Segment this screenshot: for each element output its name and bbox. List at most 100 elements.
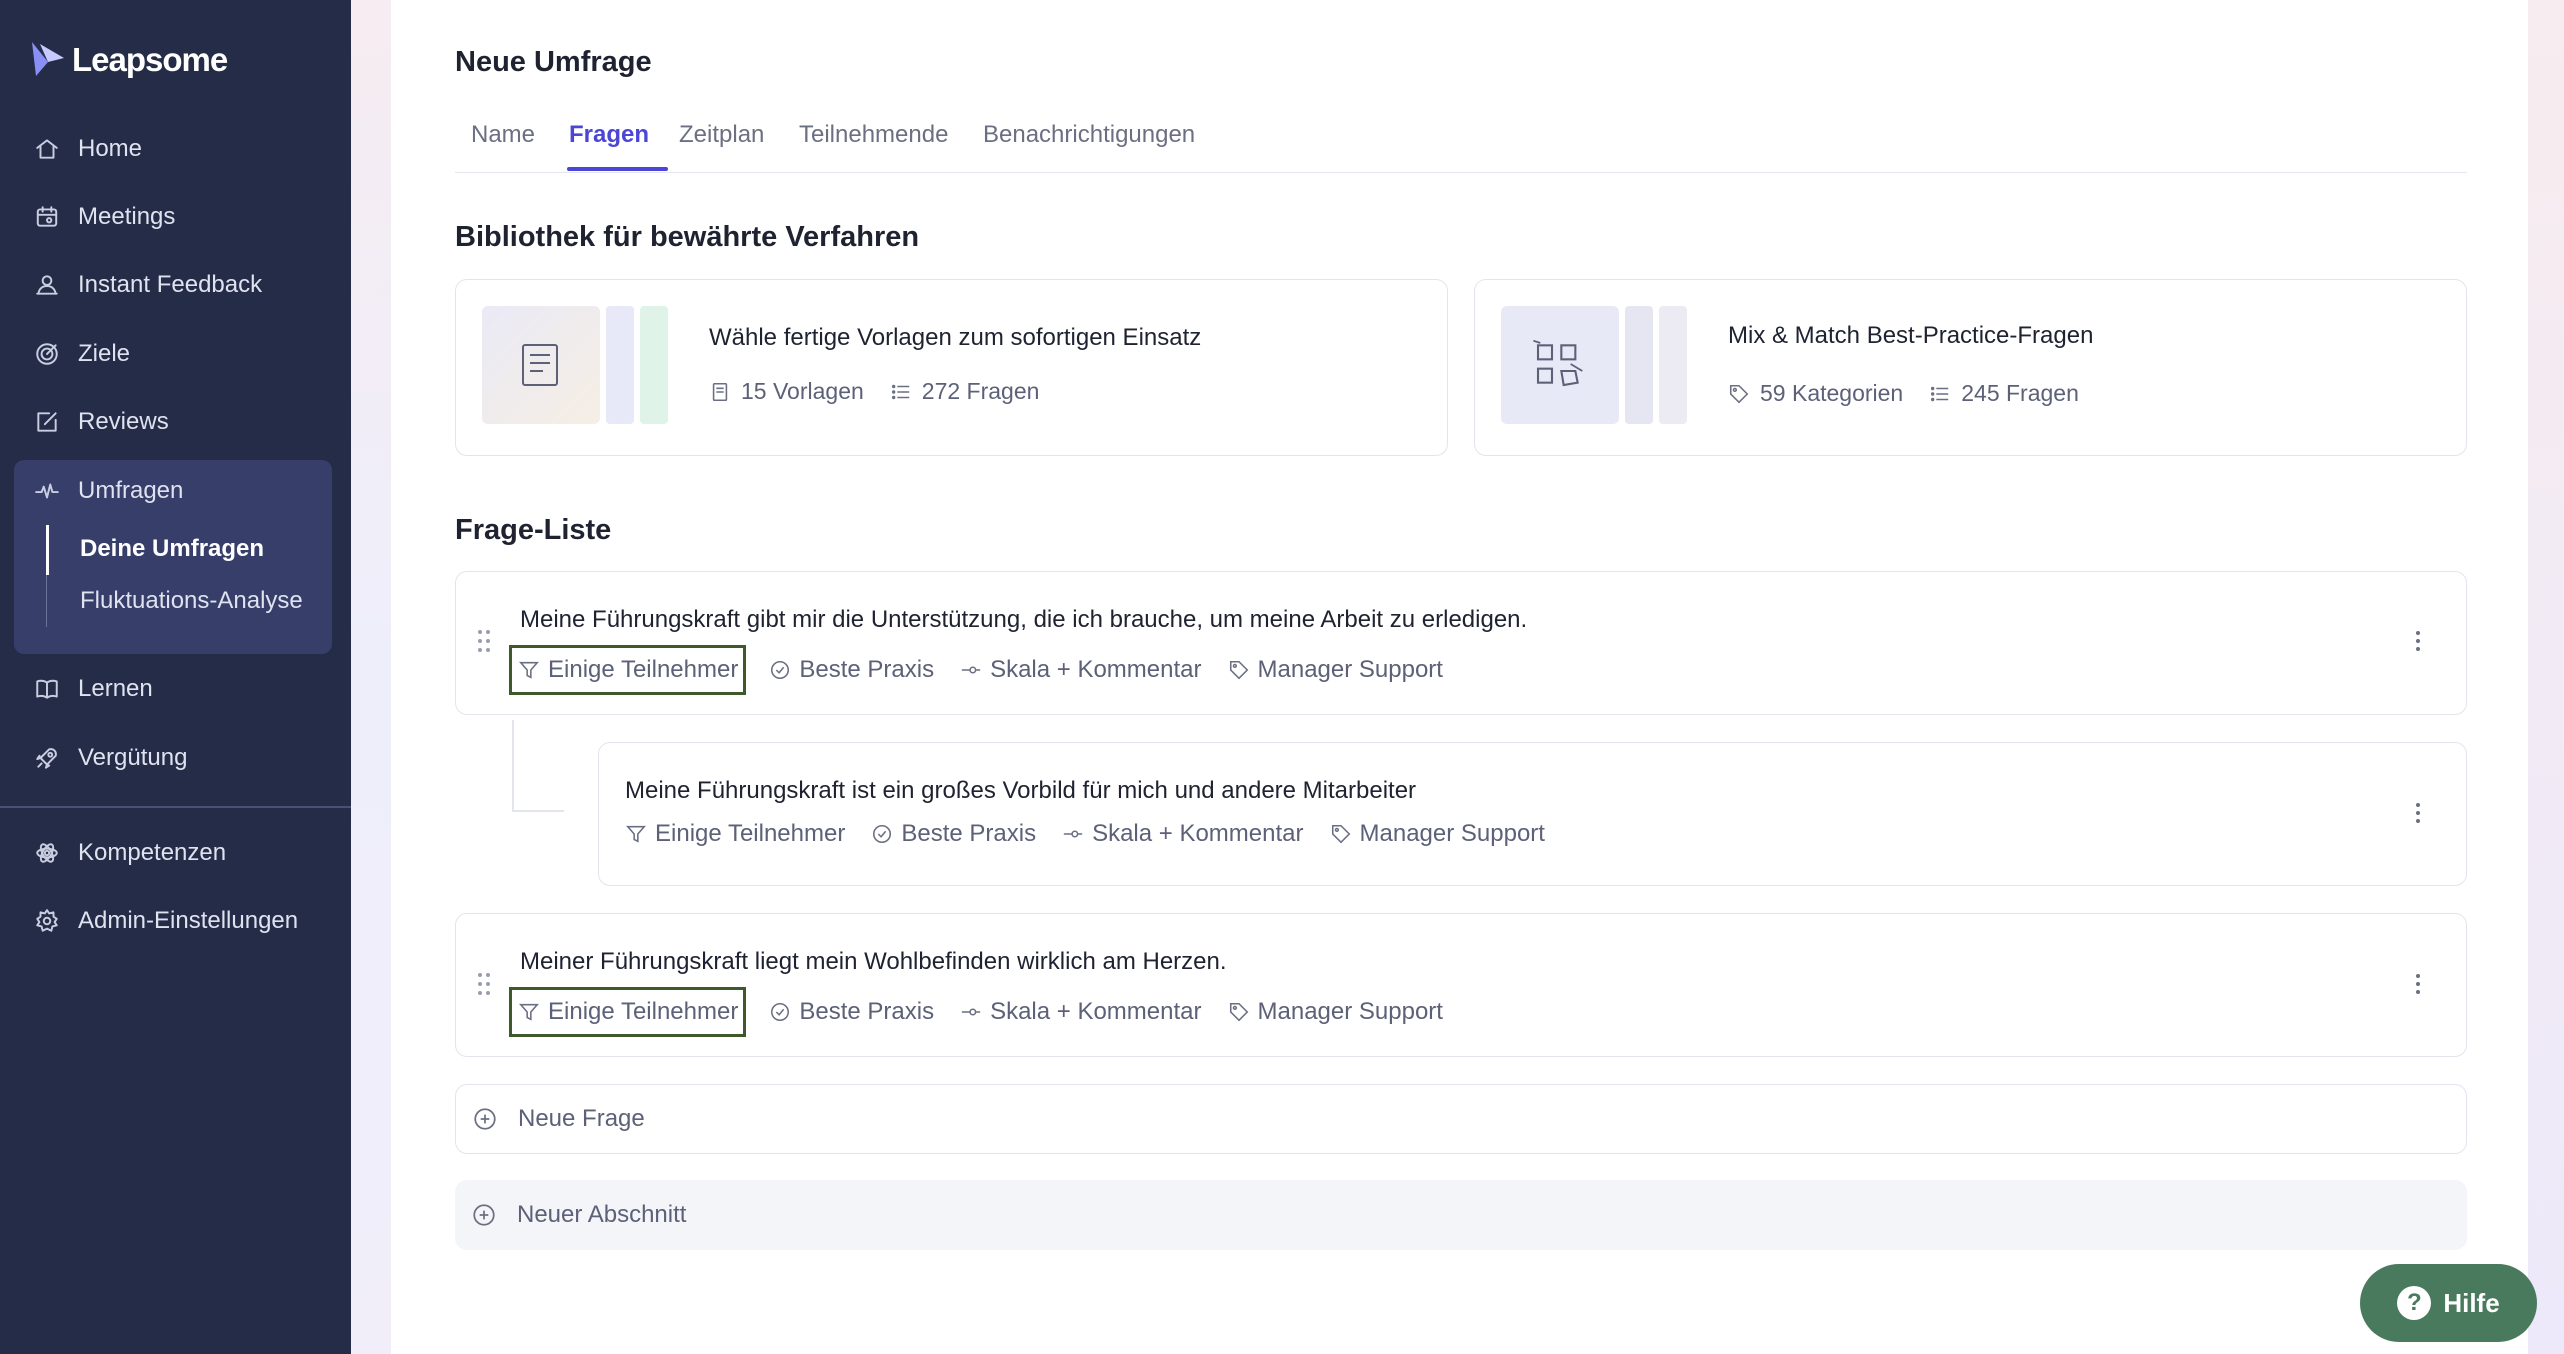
library-card-templates[interactable]: Wähle fertige Vorlagen zum sofortigen Ei… [455,279,1448,456]
participants-filter[interactable]: Einige Teilnehmer [508,987,747,1037]
sidebar-item-reviews[interactable]: Reviews [0,392,351,452]
tab-zeitplan[interactable]: Zeitplan [679,121,764,149]
more-options-icon[interactable] [2413,631,2423,657]
sidebar-item-label: Umfragen [78,477,184,504]
filter-icon [626,825,646,843]
question-meta: Einige Teilnehmer Beste Praxis Skala + K… [508,987,1469,1037]
sidebar-item-ziele[interactable]: Ziele [0,324,351,384]
document-icon [712,382,728,401]
sidebar-item-admin-einstellungen[interactable]: Admin-Einstellungen [0,891,351,951]
library-card-meta: 15 Vorlagen 272 Fragen [709,378,1065,405]
thumbnail-stack [640,306,668,424]
gear-icon [34,908,60,934]
templates-count: 15 Vorlagen [709,378,864,405]
questions-count: 245 Fragen [1929,380,2079,407]
library-card-title: Wähle fertige Vorlagen zum sofortigen Ei… [709,324,1202,351]
participants-filter[interactable]: Einige Teilnehmer [508,645,747,695]
sidebar-subitem-deine-umfragen[interactable]: Deine Umfragen [80,535,264,563]
sidebar-item-umfragen[interactable]: Umfragen [0,461,351,521]
list-icon [1931,386,1949,401]
templates-thumbnail [482,306,600,424]
follow-up-connector [512,720,564,812]
sub-item-indicator [46,575,47,627]
question-meta: Einige Teilnehmer Beste Praxis Skala + K… [508,645,1469,695]
drag-handle-icon[interactable] [478,630,492,654]
brand-logo[interactable]: Leapsome [30,40,228,80]
thumbnail-stack [606,306,634,424]
help-button[interactable]: ? Hilfe [2360,1264,2537,1342]
tab-name[interactable]: Name [471,121,535,149]
tag-icon [1229,1002,1248,1022]
tag-icon [1229,660,1248,680]
pulse-icon [34,478,60,504]
question-text: Meiner Führungskraft liegt mein Wohlbefi… [520,948,1227,975]
sidebar-item-label: Meetings [78,203,176,230]
best-practice-badge: Beste Praxis [871,820,1036,848]
question-tag: Manager Support [1330,820,1545,848]
main-edge-gradient-right [2528,0,2564,1354]
sidebar-item-kompetenzen[interactable]: Kompetenzen [0,823,351,883]
page-title: Neue Umfrage [455,46,652,78]
sidebar-item-label: Ziele [78,340,131,367]
library-card-meta: 59 Kategorien 245 Fragen [1728,380,2105,407]
question-tag: Manager Support [1228,656,1443,684]
thumbnail-stack [1659,306,1687,424]
library-card-title: Mix & Match Best-Practice-Fragen [1728,322,2094,349]
edit-icon [34,409,60,435]
active-tab-underline [567,167,668,171]
sidebar-item-label: Instant Feedback [78,271,263,298]
sidebar-item-label: Reviews [78,408,169,435]
sidebar-item-lernen[interactable]: Lernen [0,659,351,719]
leapsome-logo-icon [32,42,64,76]
sidebar-item-home[interactable]: Home [0,119,351,179]
best-practice-badge: Beste Praxis [769,656,934,684]
brand-name: Leapsome [72,41,228,78]
add-section-button[interactable]: Neuer Abschnitt [455,1180,2467,1250]
sidebar-subitem-fluktuations-analyse[interactable]: Fluktuations-Analyse [80,587,303,615]
sidebar: Leapsome Home Meetings Instant Feedback … [0,0,351,1354]
question-mark-icon: ? [2397,1286,2432,1320]
document-icon [522,344,558,386]
library-section-title: Bibliothek für bewährte Verfahren [455,221,920,253]
scale-icon [961,666,981,674]
add-question-button[interactable]: Neue Frage [455,1084,2467,1154]
sidebar-item-verguetung[interactable]: Vergütung [0,728,351,788]
question-text: Meine Führungskraft ist ein großes Vorbi… [625,777,1417,804]
library-card-mix-match[interactable]: Mix & Match Best-Practice-Fragen 59 Kate… [1474,279,2467,456]
plus-circle-icon [474,1108,496,1130]
more-options-icon[interactable] [2413,803,2423,829]
tag-icon [1729,384,1749,403]
drag-handle-icon[interactable] [478,973,492,997]
main-edge-gradient-left [351,0,391,1354]
home-icon [34,136,60,162]
question-card[interactable]: Meiner Führungskraft liegt mein Wohlbefi… [455,913,2467,1057]
mix-match-thumbnail [1501,306,1619,424]
sidebar-item-instant-feedback[interactable]: Instant Feedback [0,255,351,315]
sidebar-item-meetings[interactable]: Meetings [0,187,351,247]
question-meta: Einige Teilnehmer Beste Praxis Skala + K… [625,820,1571,848]
check-circle-icon [873,824,892,844]
tab-fragen[interactable]: Fragen [569,121,649,149]
question-type: Skala + Kommentar [960,656,1202,684]
tab-benachrichtigungen[interactable]: Benachrichtigungen [983,121,1195,149]
thumbnail-stack [1625,306,1653,424]
participants-filter[interactable]: Einige Teilnehmer [625,820,845,848]
follow-up-question-card[interactable]: Meine Führungskraft ist ein großes Vorbi… [598,742,2467,886]
tab-teilnehmende[interactable]: Teilnehmende [799,121,948,149]
feedback-icon [34,272,60,298]
sidebar-item-label: Vergütung [78,744,188,771]
check-circle-icon [771,1002,790,1022]
atom-icon [34,840,60,866]
list-icon [891,384,910,399]
plus-circle-icon [473,1204,495,1226]
filter-icon [519,1003,539,1021]
more-options-icon[interactable] [2413,974,2423,1000]
categories-count: 59 Kategorien [1728,380,1903,407]
tag-icon [1331,824,1350,844]
puzzle-shapes-icon [1533,339,1583,387]
sub-item-active-indicator [46,525,49,575]
question-tag: Manager Support [1228,998,1443,1026]
question-card[interactable]: Meine Führungskraft gibt mir die Unterst… [455,571,2467,715]
questions-count: 272 Fragen [890,378,1039,405]
scale-icon [1063,830,1083,838]
